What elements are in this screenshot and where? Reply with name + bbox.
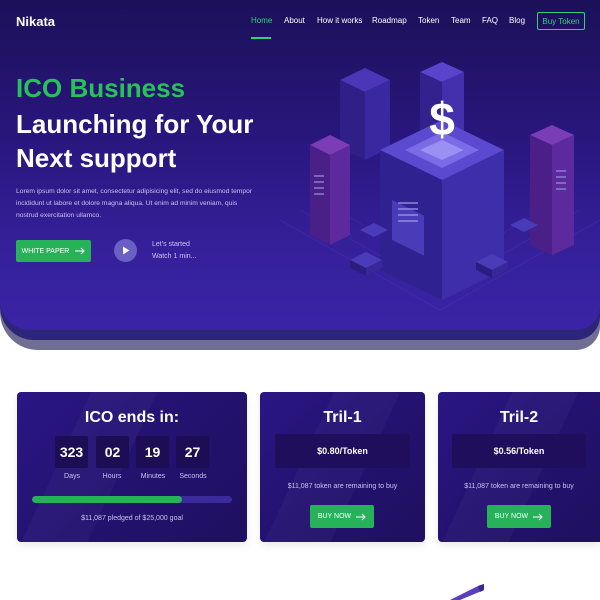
ico-card-title: ICO ends in: [84, 409, 180, 426]
tril1-buy-now-button[interactable]: BUY NOW [310, 505, 374, 528]
funding-progress-fill [32, 496, 182, 503]
nav-item-how-it-works[interactable]: How it works [317, 16, 362, 25]
dollar-icon: $ [429, 93, 455, 145]
tower-left [310, 135, 350, 245]
tril1-remaining-text: $11,087 token are remaining to buy [287, 483, 398, 490]
tril2-card: Tril-2 $0.56/Token $11,087 token are rem… [438, 392, 600, 542]
countdown-hours-value: 02 [96, 436, 129, 468]
nav-active-indicator [251, 37, 271, 39]
funding-progress-bar [32, 496, 232, 503]
hero-description: Lorem ipsum dolor sit amet, consectetur … [16, 188, 253, 219]
decorative-shape [450, 584, 484, 600]
page: Nikata Home About How it works Roadmap T… [0, 0, 600, 600]
isometric-server-illustration: $ [280, 62, 600, 311]
countdown-minutes-label: Minutes [140, 473, 166, 480]
nav-item-about[interactable]: About [284, 16, 305, 25]
watch-caption-line2[interactable]: Watch 1 min... [152, 253, 196, 260]
countdown-minutes-value: 19 [136, 436, 169, 468]
countdown-seconds-value: 27 [176, 436, 209, 468]
hero-section: Nikata Home About How it works Roadmap T… [0, 0, 600, 330]
countdown-days-label: Days [64, 473, 80, 480]
hero-title-line1: Launching for Your [16, 109, 254, 139]
tril2-title: Tril-2 [499, 409, 539, 426]
nav-item-token[interactable]: Token [418, 16, 439, 25]
tril2-buy-now-button[interactable]: BUY NOW [487, 505, 551, 528]
tril1-card: Tril-1 $0.80/Token $11,087 token are rem… [260, 392, 425, 542]
nav-item-home[interactable]: Home [251, 16, 272, 25]
nav-item-faq[interactable]: FAQ [482, 16, 498, 25]
watch-caption-line1: Let's started [152, 241, 190, 248]
tril1-title: Tril-1 [323, 409, 362, 426]
white-paper-label: WHITE PAPER [21, 247, 70, 255]
arrow-right-icon [75, 247, 86, 255]
countdown-days-value: 323 [55, 436, 88, 468]
tril2-buy-now-label: BUY NOW [494, 513, 529, 520]
tril1-price: $0.80/Token [275, 434, 410, 468]
pledged-text: $11,087 pledged of $25,000 goal [81, 515, 183, 522]
nav-item-blog[interactable]: Blog [509, 16, 525, 25]
arrow-right-icon [356, 513, 366, 520]
play-icon [122, 246, 129, 255]
tower-right [530, 125, 574, 255]
countdown-hours-label: Hours [102, 473, 122, 480]
nav-item-team[interactable]: Team [451, 16, 471, 25]
white-paper-button[interactable]: WHITE PAPER [16, 240, 91, 262]
tril2-price: $0.56/Token [452, 434, 586, 468]
hero-title-highlight: ICO Business [16, 73, 186, 103]
tril2-remaining-text: $11,087 token are remaining to buy [464, 483, 574, 490]
countdown-seconds-label: Seconds [179, 473, 207, 480]
play-video-button[interactable] [114, 239, 137, 262]
hero-title-line2: Next support [16, 143, 177, 173]
site-logo[interactable]: Nikata [16, 14, 55, 29]
nav-item-roadmap[interactable]: Roadmap [372, 16, 407, 25]
tril1-buy-now-label: BUY NOW [317, 513, 352, 520]
buy-token-button[interactable]: Buy Token [537, 12, 585, 30]
arrow-right-icon [533, 513, 543, 520]
